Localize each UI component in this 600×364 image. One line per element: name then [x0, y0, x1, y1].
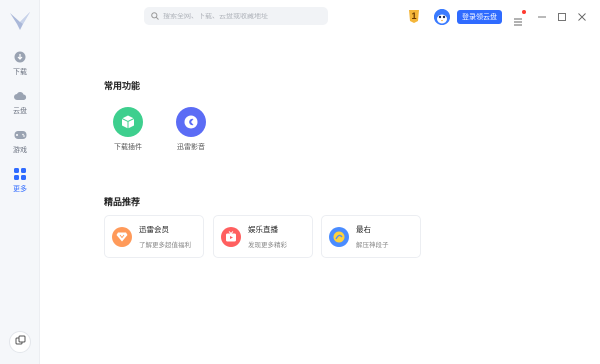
thunder-player-button[interactable]: 迅雷影音: [166, 107, 216, 152]
player-icon: [176, 107, 206, 137]
cube-icon: [113, 107, 143, 137]
download-icon: [13, 50, 27, 64]
sidebar-item-games[interactable]: 游戏: [0, 128, 40, 162]
sidebar-item-cloud[interactable]: 云盘: [0, 89, 40, 123]
feedback-icon: [15, 333, 26, 351]
search-input[interactable]: [163, 12, 323, 20]
gamepad-icon: [13, 128, 27, 142]
diamond-icon: [112, 226, 132, 247]
avatar[interactable]: [434, 9, 450, 25]
menu-icon: [513, 10, 526, 26]
card-subtitle: 了解更多超值福利: [139, 242, 191, 249]
sidebar-item-more[interactable]: 更多: [0, 167, 40, 201]
feedback-button[interactable]: [9, 331, 31, 353]
function-label: 下载插件: [114, 144, 142, 151]
common-functions-title: 常用功能: [104, 81, 141, 91]
notification-dot: [521, 10, 526, 14]
card-live-stream[interactable]: 娱乐直播 发现更多精彩: [213, 215, 313, 258]
maximize-button[interactable]: [556, 11, 568, 23]
search-box[interactable]: [144, 7, 328, 25]
minimize-icon: [538, 8, 546, 26]
sidebar: 下载 云盘 游戏 更多: [0, 0, 40, 364]
card-thunder-vip[interactable]: 迅雷会员 了解更多超值福利: [104, 215, 204, 258]
card-title: 迅雷会员: [139, 225, 169, 234]
rank-badge-number: 1: [411, 11, 416, 21]
cloud-icon: [13, 89, 27, 103]
close-icon: [578, 8, 586, 26]
sidebar-item-label: 下载: [13, 69, 27, 76]
card-zuiyou[interactable]: 最右 解压神段子: [321, 215, 421, 258]
sidebar-item-label: 更多: [13, 186, 27, 193]
card-subtitle: 发现更多精彩: [248, 242, 287, 249]
card-title: 娱乐直播: [248, 225, 278, 234]
tv-icon: [221, 226, 241, 247]
grid-icon: [13, 167, 27, 181]
menu-button[interactable]: [512, 10, 526, 26]
card-title: 最右: [356, 225, 371, 234]
recommend-title: 精品推荐: [104, 197, 141, 207]
vip-rank-badge[interactable]: 1: [408, 8, 420, 24]
sidebar-item-label: 游戏: [13, 147, 27, 154]
top-bar: 1 登录领云盘: [40, 0, 600, 34]
zuiyou-icon: [329, 226, 349, 247]
thunder-logo-icon: [8, 10, 32, 32]
sidebar-item-label: 云盘: [13, 108, 27, 115]
login-cloud-button[interactable]: 登录领云盘: [457, 10, 502, 24]
sidebar-item-download[interactable]: 下载: [0, 50, 40, 84]
function-label: 迅雷影音: [177, 144, 205, 151]
download-plugin-button[interactable]: 下载插件: [103, 107, 153, 152]
maximize-icon: [558, 8, 566, 26]
search-icon: [151, 7, 159, 25]
card-subtitle: 解压神段子: [356, 242, 389, 249]
close-button[interactable]: [576, 11, 588, 23]
minimize-button[interactable]: [536, 11, 548, 23]
